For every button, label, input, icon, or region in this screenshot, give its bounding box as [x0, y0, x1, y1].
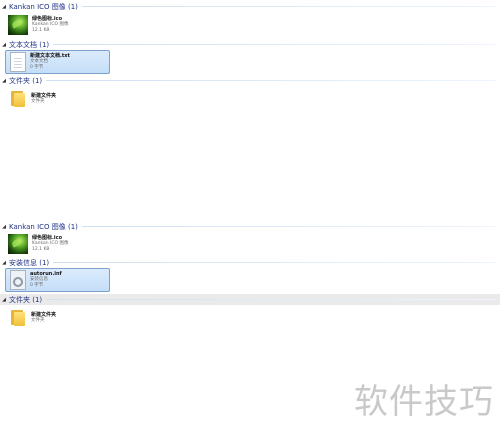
folder-icon: [9, 90, 27, 108]
group-header-label: 文件夹 (1): [9, 295, 43, 304]
folder-icon: [9, 309, 27, 327]
group-divider: [81, 6, 496, 7]
group-header-txt[interactable]: ◢ 文本文档 (1): [0, 39, 500, 50]
group-header-label: 安装信息 (1): [9, 258, 50, 267]
watermark-text: 软件技巧: [354, 382, 494, 422]
file-size: 12.1 KB: [32, 247, 50, 252]
group-header-inf[interactable]: ◢ 安装信息 (1): [0, 257, 500, 268]
group-header-ico[interactable]: ◢ Kankan ICO 图像 (1): [0, 221, 500, 232]
file-size: 0 字节: [30, 65, 44, 70]
collapse-triangle-icon[interactable]: ◢: [0, 260, 8, 266]
text-document-icon: [10, 52, 26, 72]
collapse-triangle-icon[interactable]: ◢: [0, 78, 8, 84]
leaf-icon: [8, 15, 28, 35]
file-item-ico[interactable]: 绿色图标.ico Kankan ICO 图像 12.1 KB: [5, 232, 110, 256]
group-divider: [46, 80, 496, 81]
group-divider: [53, 262, 496, 263]
file-item-folder[interactable]: 新建文件夹 文件夹: [5, 87, 110, 111]
file-item-folder[interactable]: 新建文件夹 文件夹: [5, 306, 110, 330]
group-header-label: 文本文档 (1): [9, 40, 50, 49]
file-type: 文件夹: [31, 318, 45, 323]
collapse-triangle-icon[interactable]: ◢: [0, 4, 8, 10]
file-type: 文件夹: [31, 99, 45, 104]
file-item-txt[interactable]: 新建文本文档.txt 文本文档 0 字节: [5, 50, 110, 74]
file-item-ico[interactable]: 绿色图标.ico Kankan ICO 图像 12.1 KB: [5, 13, 110, 37]
group-divider: [81, 226, 496, 227]
leaf-icon: [8, 234, 28, 254]
group-header-folder[interactable]: ◢ 文件夹 (1): [0, 294, 500, 305]
collapse-triangle-icon[interactable]: ◢: [0, 297, 8, 303]
file-size: 12.1 KB: [32, 28, 50, 33]
collapse-triangle-icon[interactable]: ◢: [0, 224, 8, 230]
group-header-label: 文件夹 (1): [9, 76, 43, 85]
group-header-folder[interactable]: ◢ 文件夹 (1): [0, 75, 500, 86]
group-divider: [53, 44, 496, 45]
file-size: 0 字节: [30, 283, 44, 288]
settings-file-icon: [10, 270, 26, 290]
group-divider: [46, 299, 496, 300]
collapse-triangle-icon[interactable]: ◢: [0, 42, 8, 48]
group-header-label: Kankan ICO 图像 (1): [9, 2, 78, 11]
file-item-inf[interactable]: autorun.inf 安装信息 0 字节: [5, 268, 110, 292]
group-header-ico[interactable]: ◢ Kankan ICO 图像 (1): [0, 1, 500, 12]
group-header-label: Kankan ICO 图像 (1): [9, 222, 78, 231]
